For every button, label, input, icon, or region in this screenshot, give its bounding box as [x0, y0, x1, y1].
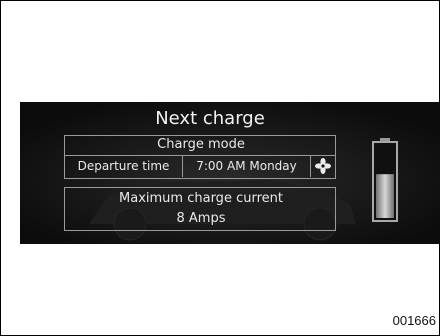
- max-charge-current-value: 8 Amps: [176, 211, 226, 226]
- departure-time-label: Departure time: [65, 155, 183, 177]
- charge-screen: Next charge Charge mode Departure time 7…: [20, 102, 440, 244]
- departure-time-value[interactable]: 7:00 AM Monday: [183, 155, 311, 177]
- fan-icon[interactable]: [311, 155, 335, 177]
- charge-mode-panel[interactable]: Charge mode Departure time 7:00 AM Monda…: [64, 135, 336, 179]
- max-charge-current-label: Maximum charge current: [119, 191, 283, 206]
- max-charge-current-panel[interactable]: Maximum charge current 8 Amps: [64, 187, 336, 231]
- figure-code: 001666: [392, 313, 436, 328]
- battery-icon: [372, 138, 398, 222]
- charge-mode-label: Charge mode: [157, 137, 245, 152]
- next-charge-title: Next charge: [155, 108, 265, 129]
- battery-level-fill: [376, 174, 394, 218]
